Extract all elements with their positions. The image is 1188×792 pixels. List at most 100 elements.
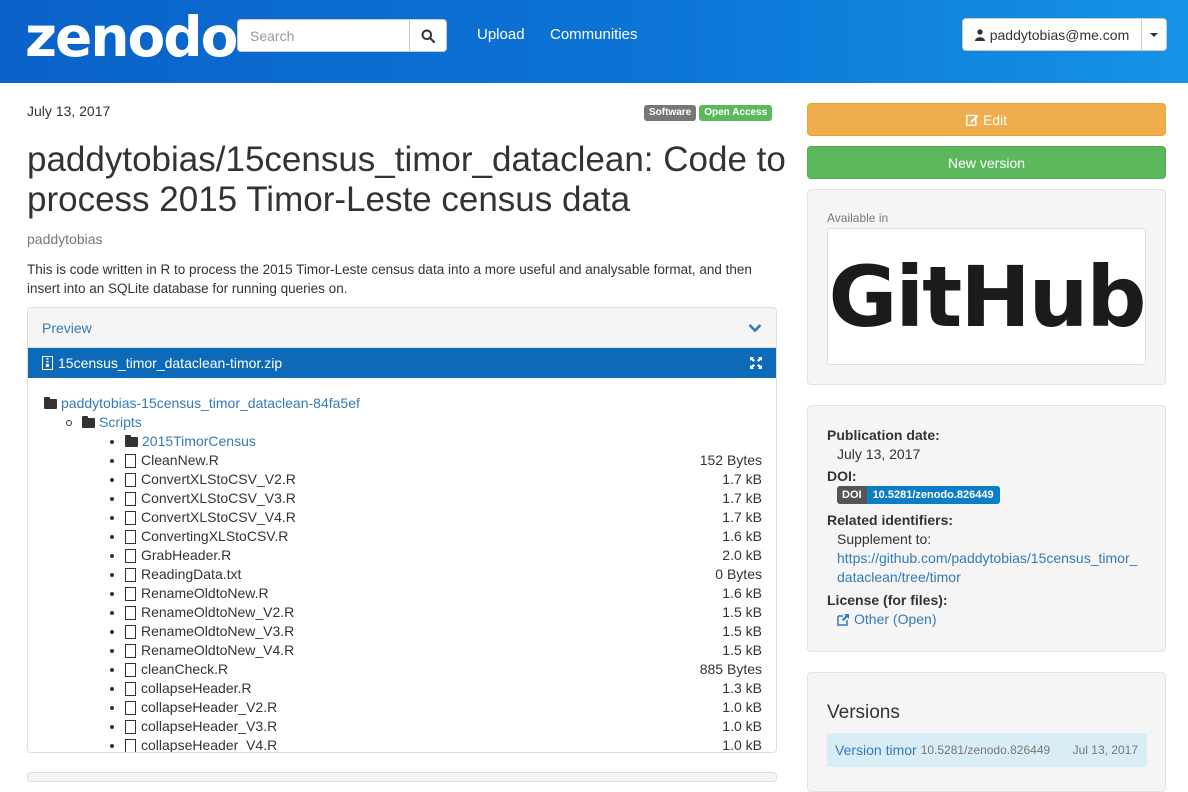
versions-title: Versions xyxy=(827,702,900,723)
file-icon xyxy=(125,643,136,658)
file-row: collapseHeader_V4.R 1.0 kB xyxy=(44,736,762,752)
file-icon xyxy=(125,719,136,734)
record-description: This is code written in R to process the… xyxy=(27,262,752,296)
file-size: 1.3 kB xyxy=(722,680,762,696)
file-size: 1.0 kB xyxy=(722,699,762,715)
user-email: paddytobias@me.com xyxy=(989,26,1130,43)
root-folder-link[interactable]: paddytobias-15census_timor_dataclean-84f… xyxy=(61,394,360,413)
file-icon xyxy=(125,567,136,582)
disc-bullet xyxy=(110,458,114,463)
file-row: GrabHeader.R 2.0 kB xyxy=(44,546,762,565)
file-name: ReadingData.txt xyxy=(141,566,242,582)
doi-label: DOI: xyxy=(827,468,857,484)
disc-bullet xyxy=(110,705,114,710)
file-icon xyxy=(125,491,136,506)
file-name: RenameOldtoNew_V2.R xyxy=(141,604,295,620)
edit-icon xyxy=(966,114,979,126)
license-label: License (for files): xyxy=(827,592,948,608)
disc-bullet xyxy=(110,515,114,520)
file-row: cleanCheck.R 885 Bytes xyxy=(44,660,762,679)
file-row: collapseHeader_V2.R 1.0 kB xyxy=(44,698,762,717)
chevron-down-icon[interactable] xyxy=(748,323,762,333)
version-date: Jul 13, 2017 xyxy=(1072,743,1138,757)
pub-date-value: July 13, 2017 xyxy=(837,446,921,462)
new-version-button[interactable]: New version xyxy=(807,146,1166,179)
github-logo-link[interactable]: GitHub xyxy=(827,228,1147,365)
file-icon xyxy=(125,700,136,715)
root-folder-row: paddytobias-15census_timor_dataclean-84f… xyxy=(44,394,762,413)
user-menu: paddytobias@me.com xyxy=(962,18,1167,51)
file-size: 885 Bytes xyxy=(699,661,762,677)
edit-label: Edit xyxy=(982,111,1008,128)
badge-open-access: Open Access xyxy=(699,105,773,121)
version-row[interactable]: Version timor 10.5281/zenodo.826449 Jul … xyxy=(827,733,1147,767)
external-link-icon xyxy=(837,613,849,626)
caret-down-icon xyxy=(1150,32,1158,37)
badge-software: Software xyxy=(644,105,697,121)
disc-bullet xyxy=(110,591,114,596)
file-name: ConvertingXLStoCSV.R xyxy=(141,528,289,544)
file-name: ConvertXLStoCSV_V4.R xyxy=(141,509,296,525)
file-size: 0 Bytes xyxy=(715,566,762,582)
file-icon xyxy=(125,548,136,563)
license-link[interactable]: Other (Open) xyxy=(837,611,936,627)
preview-file-bar: 15census_timor_dataclean-timor.zip xyxy=(28,348,776,378)
file-name: collapseHeader_V3.R xyxy=(141,718,278,734)
related-identifiers-label: Related identifiers: xyxy=(827,512,954,528)
doi-badge-value: 10.5281/zenodo.826449 xyxy=(866,486,1000,504)
preview-header[interactable]: Preview xyxy=(28,308,776,348)
disc-bullet xyxy=(110,629,114,634)
file-name: cleanCheck.R xyxy=(141,661,229,677)
zenodo-logo[interactable]: zenodo xyxy=(25,6,238,68)
file-size: 152 Bytes xyxy=(699,452,762,468)
disc-bullet xyxy=(110,572,114,577)
user-dropdown-toggle[interactable] xyxy=(1142,18,1167,51)
file-row: ConvertXLStoCSV_V2.R 1.7 kB xyxy=(44,470,762,489)
related-link-line-2[interactable]: dataclean/tree/timor xyxy=(837,569,961,585)
scripts-folder-link[interactable]: Scripts xyxy=(99,413,142,432)
file-size: 1.7 kB xyxy=(722,471,762,487)
file-name: RenameOldtoNew_V4.R xyxy=(141,642,295,658)
file-name: ConvertXLStoCSV_V3.R xyxy=(141,490,296,506)
folder-icon xyxy=(82,415,95,428)
disc-bullet xyxy=(110,439,114,444)
nav-communities[interactable]: Communities xyxy=(550,26,638,43)
file-tree: paddytobias-15census_timor_dataclean-84f… xyxy=(28,378,776,752)
folder-icon xyxy=(44,396,57,409)
edit-button[interactable]: Edit xyxy=(807,103,1166,136)
file-size: 1.7 kB xyxy=(722,509,762,525)
record-badges: Software Open Access xyxy=(644,105,773,121)
file-icon xyxy=(125,738,136,752)
file-name: collapseHeader.R xyxy=(141,680,252,696)
version-name-link[interactable]: Version timor xyxy=(835,742,917,758)
available-in-label: Available in xyxy=(827,211,889,225)
search-button[interactable] xyxy=(409,19,447,52)
user-button[interactable]: paddytobias@me.com xyxy=(962,18,1142,51)
doi-badge[interactable]: DOI 10.5281/zenodo.826449 xyxy=(837,486,1000,504)
file-icon xyxy=(125,662,136,677)
preview-file-name[interactable]: 15census_timor_dataclean-timor.zip xyxy=(58,355,282,371)
license-value: Other (Open) xyxy=(854,611,937,627)
related-link-line-1[interactable]: https://github.com/paddytobias/15census_… xyxy=(837,550,1137,566)
search-input[interactable] xyxy=(237,19,409,52)
file-size: 1.5 kB xyxy=(722,642,762,658)
doi-badge-tag: DOI xyxy=(837,486,867,504)
disc-bullet xyxy=(110,534,114,539)
disc-bullet xyxy=(110,724,114,729)
record-title: paddytobias/15census_timor_dataclean: Co… xyxy=(27,140,786,219)
nav-upload[interactable]: Upload xyxy=(477,26,525,43)
file-size: 1.6 kB xyxy=(722,585,762,601)
file-row: RenameOldtoNew_V4.R 1.5 kB xyxy=(44,641,762,660)
file-size: 2.0 kB xyxy=(722,547,762,563)
disc-bullet xyxy=(110,743,114,748)
search-icon xyxy=(421,29,435,43)
file-icon xyxy=(125,529,136,544)
file-row: RenameOldtoNew_V2.R 1.5 kB xyxy=(44,603,762,622)
disc-bullet xyxy=(110,686,114,691)
next-panel-edge xyxy=(27,772,777,782)
folder-link[interactable]: 2015TimorCensus xyxy=(142,432,256,451)
fullscreen-icon[interactable] xyxy=(750,357,762,369)
file-row: CleanNew.R 152 Bytes xyxy=(44,451,762,470)
disc-bullet xyxy=(110,553,114,558)
versions-panel: Versions Version timor 10.5281/zenodo.82… xyxy=(807,672,1166,792)
